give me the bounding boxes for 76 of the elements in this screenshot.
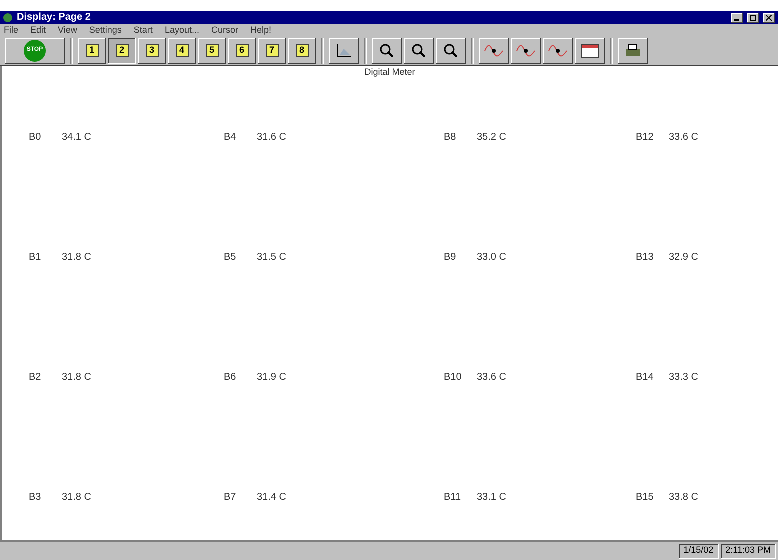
magnifier-icon [379,42,395,58]
menu-item[interactable]: Start [134,26,153,34]
meter-label: B6 [224,370,238,385]
meter-reading: 35.2 C [477,130,506,144]
meter-reading: 31.6 C [257,130,286,144]
meter-reading: 33.6 C [477,370,506,385]
page-button[interactable]: 1 [78,38,106,64]
meter-reading: 33.1 C [477,490,506,505]
meter-label: B15 [636,490,655,505]
meter-reading: 31.9 C [257,370,286,385]
chart-button[interactable] [329,38,359,64]
meter-reading: 34.1 C [62,130,92,144]
waveform-icon [548,42,568,58]
marker-button[interactable] [511,38,541,64]
meter-label: B13 [636,250,655,265]
window-title: Display: Page 2 [17,12,91,22]
menu-item[interactable]: Cursor [211,26,238,34]
flag-button[interactable] [543,38,573,64]
waveform-icon [516,42,536,58]
maximize-button[interactable] [747,12,759,22]
waveform-icon [484,42,504,58]
meter-reading: 33.0 C [477,250,506,265]
maximize-icon [750,14,756,20]
minimize-button[interactable] [731,12,743,22]
meter-reading: 33.8 C [669,490,698,505]
meter-label: B10 [444,370,463,385]
meter-reading: 31.4 C [257,490,286,505]
page-button[interactable]: 8 [288,38,316,64]
close-icon [766,14,772,20]
meter-heading: Digital Meter [364,66,416,79]
app-icon [3,12,13,22]
page-button[interactable]: 7 [258,38,286,64]
meter-label: B5 [224,250,238,265]
close-button[interactable] [763,12,775,22]
meter-reading: 31.8 C [62,250,92,265]
meter-reading: 33.3 C [669,370,698,385]
magnifier-icon [411,42,427,58]
meter-reading: 31.8 C [62,370,92,385]
meter-reading: 31.8 C [62,490,92,505]
meter-label: B12 [636,130,655,144]
page-button[interactable]: 5 [198,38,226,64]
meter-label: B9 [444,250,458,265]
menu-item[interactable]: File [4,26,19,34]
meter-label: B4 [224,130,238,144]
meter-label: B14 [636,370,655,385]
menu-item[interactable]: Layout... [164,26,200,34]
menu-item[interactable]: Settings [89,26,122,34]
page-button[interactable]: 3 [138,38,166,64]
menu-item[interactable]: Help! [250,26,272,34]
meter-label: B1 [29,250,42,265]
status-time: 2:11:03 PM [720,544,776,558]
meter-reading: 33.6 C [669,130,698,144]
page-button[interactable]: 4 [168,38,196,64]
meter-reading: 31.5 C [257,250,286,265]
printer-icon [625,44,641,58]
meter-label: B11 [444,490,462,505]
zoom-out-button[interactable] [404,38,434,64]
print-button[interactable] [618,38,648,64]
chart-icon [336,42,352,58]
cursor-button[interactable] [479,38,509,64]
page-button[interactable]: 2 [108,38,136,64]
meter-label: B7 [224,490,238,505]
page-button[interactable]: 6 [228,38,256,64]
magnifier-icon [443,42,459,58]
window-icon [581,44,599,58]
menu-item[interactable]: Edit [30,26,46,34]
menu-item[interactable]: View [58,26,78,34]
zoom-in-button[interactable] [372,38,402,64]
meter-label: B8 [444,130,458,144]
window-button[interactable] [575,38,605,64]
meter-reading: 32.9 C [669,250,698,265]
zoom-reset-button[interactable] [436,38,466,64]
meter-label: B2 [29,370,42,385]
status-date: 1/15/02 [678,544,719,558]
meter-label: B3 [29,490,42,505]
meter-label: B0 [29,130,42,144]
